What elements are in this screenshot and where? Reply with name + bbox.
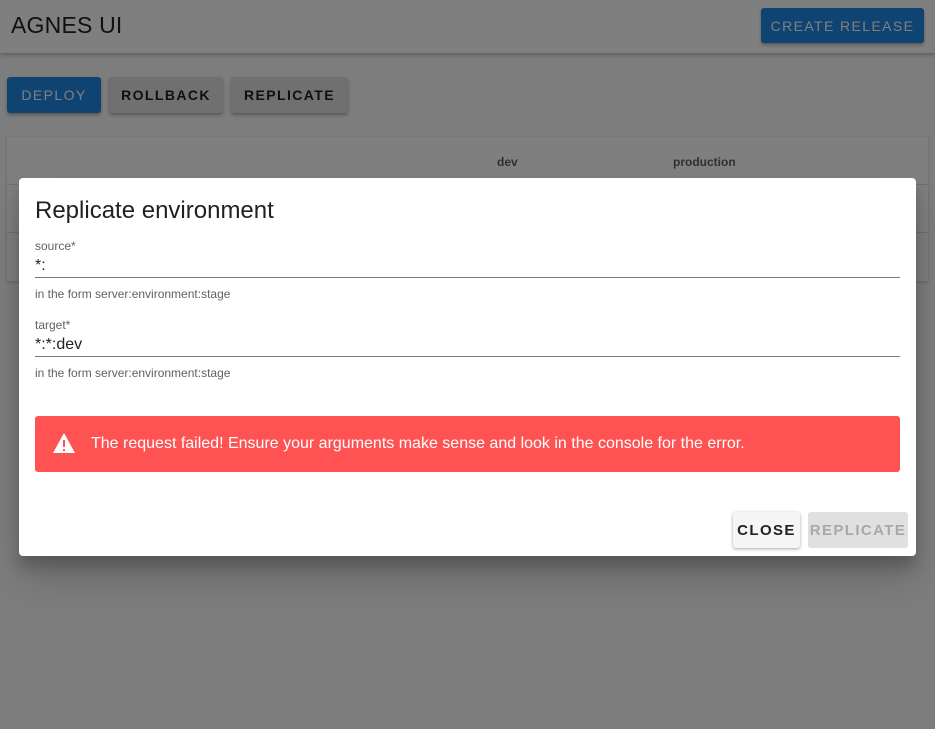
error-message: The request failed! Ensure your argument… <box>91 435 745 452</box>
target-helper-text: in the form server:environment:stage <box>35 366 231 380</box>
target-label: target* <box>35 318 71 332</box>
dialog-title: Replicate environment <box>35 197 274 224</box>
source-label: source* <box>35 239 76 253</box>
target-field: target* in the form server:environment:s… <box>35 318 900 380</box>
warning-icon <box>53 433 75 453</box>
app-root: AGNES UI CREATE RELEASE DEPLOY ROLLBACK … <box>0 0 935 729</box>
target-input[interactable] <box>35 332 900 357</box>
source-helper-text: in the form server:environment:stage <box>35 287 231 301</box>
source-input[interactable] <box>35 253 900 278</box>
error-alert: The request failed! Ensure your argument… <box>35 416 900 472</box>
close-button[interactable]: CLOSE <box>733 512 800 548</box>
replicate-submit-button[interactable]: REPLICATE <box>808 512 908 548</box>
replicate-dialog: Replicate environment source* in the for… <box>19 178 916 556</box>
source-field: source* in the form server:environment:s… <box>35 239 900 301</box>
